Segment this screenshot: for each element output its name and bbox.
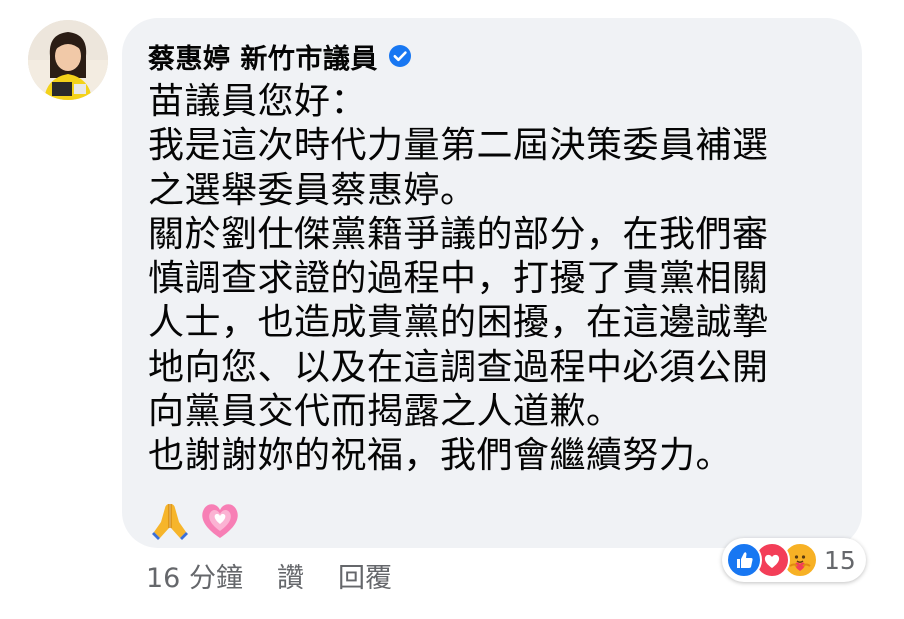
timestamp-link[interactable]: 16 分鐘 — [146, 556, 243, 595]
comment-line: 也謝謝妳的祝福，我們會繼續努力。 — [148, 435, 733, 477]
verified-badge-icon — [388, 44, 412, 68]
author-name[interactable]: 蔡惠婷 新竹市議員 — [148, 37, 378, 76]
comment-line: 關於劉仕傑黨籍爭議的部分，在我們審 — [148, 213, 769, 255]
comment-bubble: 蔡惠婷 新竹市議員 苗議員您好： 我是這次時代力量第二屆決策委員補選 之選舉委員… — [122, 18, 862, 548]
reaction-count: 15 — [824, 545, 856, 575]
reply-button[interactable]: 回覆 — [338, 556, 392, 595]
like-button[interactable]: 讚 — [277, 556, 304, 595]
avatar-image — [28, 20, 108, 100]
comment-line: 之選舉委員蔡惠婷。 — [148, 169, 477, 211]
like-reaction-icon — [726, 542, 762, 578]
folded-hands-icon — [148, 498, 192, 542]
comment-line: 人士，也造成貴黨的困擾，在這邊誠摯 — [148, 302, 769, 344]
author-avatar[interactable] — [28, 20, 108, 100]
comment-line: 慎調查求證的過程中，打擾了貴黨相關 — [148, 258, 769, 300]
comment-header: 蔡惠婷 新竹市議員 — [148, 36, 862, 76]
comment-line: 向黨員交代而揭露之人道歉。 — [148, 391, 623, 433]
reactions-summary[interactable]: 15 — [722, 538, 866, 582]
growing-heart-icon — [198, 498, 242, 542]
comment-actions: 16 分鐘 讚 回覆 — [146, 553, 392, 597]
comment-line: 苗議員您好： — [148, 81, 368, 122]
comment-line: 地向您、以及在這調查過程中必須公開 — [148, 346, 769, 388]
comment-line: 我是這次時代力量第二屆決策委員補選 — [148, 125, 769, 167]
comment-body: 苗議員您好： 我是這次時代力量第二屆決策委員補選 之選舉委員蔡惠婷。 關於劉仕傑… — [148, 80, 862, 479]
